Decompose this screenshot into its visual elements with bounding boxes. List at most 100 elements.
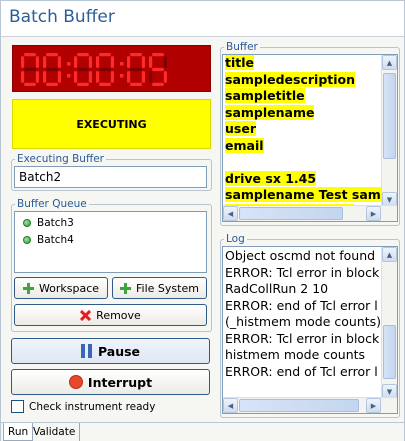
clock-colon-dot: [67, 62, 71, 66]
buffer-hscroll-thumb[interactable]: [239, 207, 343, 220]
buffer-line-text: title: [225, 55, 254, 70]
clock-segment: [130, 67, 142, 72]
buffer-vertical-scrollbar[interactable]: ▲ ▼: [381, 55, 397, 207]
clock-segment: [152, 82, 164, 86]
clock-segment: [24, 53, 36, 57]
clock-segment: [77, 53, 89, 57]
clock-segment: [99, 67, 111, 72]
remove-button-label: Remove: [96, 308, 141, 322]
scroll-up-icon[interactable]: ▲: [382, 247, 397, 262]
buffer-line-text: email: [225, 137, 264, 153]
clock-colon-dot: [67, 74, 71, 78]
log-content: Object oscmd not found ERROR: Tcl error i…: [223, 248, 382, 398]
clock-segment: [35, 56, 39, 68]
scroll-left-icon[interactable]: ◀: [223, 206, 238, 221]
scroll-right-icon[interactable]: ▶: [366, 398, 381, 413]
window-title: Batch Buffer: [9, 7, 115, 27]
tab-validate[interactable]: Validate: [29, 423, 81, 441]
executing-buffer-legend: Executing Buffer: [17, 153, 104, 165]
check-instrument-checkbox[interactable]: [11, 400, 24, 413]
queue-item-label: Batch3: [37, 216, 74, 229]
clock-segment: [99, 82, 111, 86]
batch-buffer-window: Batch Buffer EXECUTING Executing Buffer …: [0, 0, 405, 441]
clock-segment: [163, 56, 167, 68]
buffer-line: user: [223, 121, 382, 138]
buffer-content: title sampledescription sampletitle samplen…: [223, 55, 382, 206]
buffer-text-area[interactable]: title sampledescription sampletitle samplen…: [222, 54, 398, 222]
clock-segment: [149, 56, 153, 68]
buffer-line: samplename Test sample: [223, 187, 382, 204]
clock-segment: [152, 67, 164, 72]
clock-segment: [149, 71, 153, 83]
clock-segment: [127, 56, 131, 68]
clock-segment: [77, 82, 89, 86]
clock-segment: [77, 67, 89, 72]
list-item[interactable]: Batch4: [15, 231, 206, 248]
buffer-line-text: samplename Test sample: [225, 187, 382, 202]
clock-segment: [35, 71, 39, 83]
log-line: histmem mode counts: [225, 347, 366, 362]
clock-segment: [88, 56, 92, 68]
clock-segment: [46, 53, 58, 57]
clock-colon-dot: [120, 74, 124, 78]
log-line: ERROR: Tcl error in block: [225, 264, 380, 280]
log-text-area[interactable]: Object oscmd not found ERROR: Tcl error i…: [222, 246, 398, 414]
title-bar: Batch Buffer: [1, 1, 404, 37]
scroll-right-icon[interactable]: ▶: [366, 206, 381, 221]
log-line: Object oscmd not found: [225, 248, 376, 263]
clock-segment: [57, 56, 61, 68]
buffer-line-text: sampledescription: [225, 71, 356, 87]
add-from-file-system-button[interactable]: File System: [112, 277, 207, 299]
queue-item-label: Batch4: [37, 233, 74, 246]
scroll-up-icon[interactable]: ▲: [382, 55, 397, 70]
log-scroll-thumb[interactable]: [383, 325, 396, 379]
clock-segment: [43, 56, 47, 68]
queued-status-icon: [23, 218, 31, 227]
red-x-icon: [80, 309, 92, 321]
clock-segment: [130, 53, 142, 57]
buffer-line: sampletitle: [223, 88, 382, 105]
log-line: RadCollRun 2 10: [225, 281, 329, 296]
log-line: ERROR: end of Tcl error l: [225, 363, 378, 379]
clock-segment: [127, 71, 131, 83]
buffer-horizontal-scrollbar[interactable]: ◀ ▶: [223, 205, 397, 221]
clock-colon-dot: [120, 62, 124, 66]
tab-bar: Run Validate: [1, 422, 404, 441]
log-vertical-scrollbar[interactable]: ▲ ▼: [381, 247, 397, 399]
buffer-line-text: samplename: [225, 104, 315, 120]
add-from-workspace-button[interactable]: Workspace: [14, 277, 108, 299]
buffer-line: drive sx 1.45: [223, 170, 382, 188]
interrupt-button-label: Interrupt: [87, 374, 153, 390]
clock-segment: [43, 71, 47, 83]
buffer-line-text: user: [225, 121, 256, 136]
elapsed-time-clock: [12, 45, 211, 92]
clock-segment: [46, 82, 58, 86]
file-system-button-label: File System: [136, 281, 199, 295]
log-line: ERROR: Tcl error in block: [225, 330, 380, 346]
title-separator: [1, 36, 404, 37]
clock-segment: [88, 71, 92, 83]
log-legend: Log: [226, 233, 245, 245]
buffer-queue-list[interactable]: Batch3 Batch4: [14, 211, 207, 273]
log-line: (_histmem mode counts): [225, 314, 382, 329]
scroll-left-icon[interactable]: ◀: [223, 398, 238, 413]
clock-segment: [110, 71, 114, 83]
pause-button[interactable]: Pause: [11, 338, 210, 364]
clock-segment: [96, 71, 100, 83]
clock-segment: [74, 56, 78, 68]
pause-icon: [80, 344, 93, 358]
buffer-legend: Buffer: [226, 41, 258, 53]
executing-buffer-field[interactable]: Batch2: [14, 166, 207, 188]
clock-segment: [24, 67, 36, 72]
interrupt-button[interactable]: Interrupt: [11, 369, 210, 395]
list-item[interactable]: Batch3: [15, 214, 206, 231]
clock-segment: [21, 71, 25, 83]
clock-segment: [163, 71, 167, 83]
log-horizontal-scrollbar[interactable]: ◀ ▶: [223, 397, 397, 413]
plus-icon: [120, 282, 132, 294]
clock-segment: [130, 82, 142, 86]
remove-button[interactable]: Remove: [14, 304, 207, 326]
buffer-scroll-thumb[interactable]: [383, 73, 396, 159]
log-hscroll-thumb[interactable]: [239, 399, 359, 412]
check-instrument-row[interactable]: Check instrument ready: [11, 400, 155, 413]
